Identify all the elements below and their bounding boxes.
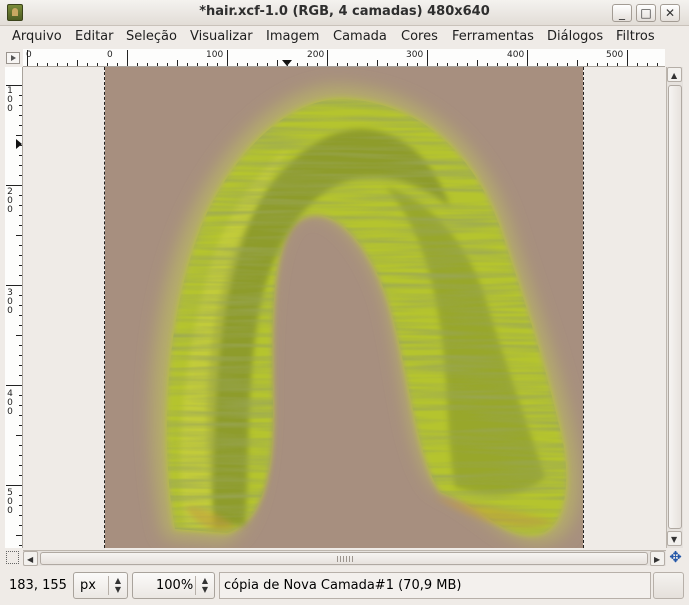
scroll-grip: [337, 556, 353, 562]
ruler-tick: [427, 50, 428, 66]
menu-filtros[interactable]: Filtros: [616, 29, 655, 44]
ruler-label: 300: [406, 50, 424, 60]
canvas-area[interactable]: [23, 67, 665, 548]
window-title: *hair.xcf-1.0 (RGB, 4 camadas) 480x640: [199, 4, 490, 19]
ruler-tick: [477, 60, 478, 66]
ruler-tick: [327, 50, 328, 66]
vertical-scroll-thumb[interactable]: [668, 85, 682, 529]
chevron-left-icon: ◀: [27, 555, 34, 564]
ruler-tick: [227, 50, 228, 66]
ruler-tick: [127, 50, 128, 66]
menu-arquivo[interactable]: Arquivo: [12, 29, 62, 44]
ruler-label: 300: [7, 288, 13, 316]
combo-separator: [195, 576, 196, 595]
hair-image: [105, 67, 583, 548]
image-window: *hair.xcf-1.0 (RGB, 4 camadas) 480x640 _…: [0, 0, 689, 605]
horizontal-scrollbar[interactable]: ◀ ▶: [23, 550, 666, 566]
ruler-tick: [577, 60, 578, 66]
menu-editar[interactable]: Editar: [75, 29, 114, 44]
menu-ferramentas[interactable]: Ferramentas: [452, 29, 534, 44]
ruler-label: 200: [7, 187, 13, 215]
vertical-scrollbar[interactable]: ▲ ▼: [666, 67, 683, 548]
ruler-tick: [16, 535, 22, 536]
navigate-cross-icon[interactable]: ✥: [667, 550, 684, 567]
layer-info-label: cópia de Nova Camada#1 (70,9 MB): [219, 572, 651, 599]
ruler-tick: [527, 50, 528, 66]
maximize-button[interactable]: □: [636, 4, 656, 22]
menu-bar: Arquivo Editar Seleção Visualizar Imagem…: [0, 26, 689, 48]
triangle-right-icon[interactable]: [6, 52, 20, 64]
vertical-ruler[interactable]: 100 200 300 400 500: [5, 67, 23, 548]
quick-mask-icon[interactable]: [6, 551, 19, 564]
ruler-label: 100: [206, 50, 224, 60]
scroll-down-button[interactable]: ▼: [667, 531, 682, 546]
ruler-tick: [6, 285, 22, 286]
ruler-label: 500: [606, 50, 624, 60]
minimize-button[interactable]: _: [612, 4, 632, 22]
menu-imagem[interactable]: Imagem: [266, 29, 319, 44]
ruler-tick: [6, 185, 22, 186]
chevron-up-icon: ▲: [671, 71, 678, 80]
menu-selecao[interactable]: Seleção: [126, 29, 177, 44]
ruler-tick: [16, 135, 22, 136]
horizontal-ruler[interactable]: 0 0 100 200 300 400 500: [23, 49, 665, 67]
close-button[interactable]: ✕: [660, 4, 680, 22]
chevron-down-icon: ▼: [671, 535, 678, 544]
image-canvas[interactable]: [105, 67, 583, 548]
ruler-tick: [6, 485, 22, 486]
ruler-tick: [627, 50, 628, 66]
status-bar: 183, 155 px ▲ ▼ 100% ▲ ▼ cópia de Nova Cam…: [0, 569, 689, 605]
ruler-tick: [6, 85, 22, 86]
menu-cores[interactable]: Cores: [401, 29, 438, 44]
spin-arrows-icon: ▲ ▼: [114, 576, 122, 594]
cancel-button[interactable]: [653, 572, 684, 599]
ruler-tick: [77, 60, 78, 66]
zoom-value: 100%: [156, 578, 194, 593]
zoom-selector[interactable]: 100% ▲ ▼: [132, 572, 215, 599]
pointer-position-marker: [16, 139, 22, 149]
ruler-label: 500: [7, 488, 13, 516]
ruler-tick: [177, 60, 178, 66]
ruler-tick: [277, 60, 278, 66]
scroll-left-button[interactable]: ◀: [23, 551, 38, 566]
ruler-tick: [16, 235, 22, 236]
ruler-tick: [6, 385, 22, 386]
ruler-label: 0: [107, 50, 113, 60]
menu-visualizar[interactable]: Visualizar: [190, 29, 253, 44]
menu-camada[interactable]: Camada: [333, 29, 387, 44]
scroll-right-button[interactable]: ▶: [650, 551, 665, 566]
title-bar[interactable]: *hair.xcf-1.0 (RGB, 4 camadas) 480x640 _…: [0, 0, 689, 26]
active-layer-text: cópia de Nova Camada#1 (70,9 MB): [224, 578, 462, 593]
ruler-label: 400: [507, 50, 525, 60]
ruler-tick: [16, 435, 22, 436]
chevron-right-icon: ▶: [654, 555, 661, 564]
combo-separator: [108, 576, 109, 595]
menu-dialogos[interactable]: Diálogos: [547, 29, 603, 44]
ruler-tick: [377, 60, 378, 66]
scroll-up-button[interactable]: ▲: [667, 67, 682, 82]
unit-selector[interactable]: px ▲ ▼: [73, 572, 128, 599]
ruler-tick: [27, 50, 28, 66]
horizontal-scroll-thumb[interactable]: [40, 552, 648, 565]
spin-arrows-icon: ▲ ▼: [201, 576, 209, 594]
ruler-label: 100: [7, 86, 13, 114]
ruler-tick: [16, 335, 22, 336]
pointer-coordinates: 183, 155: [9, 578, 67, 593]
ruler-label: 400: [7, 389, 13, 417]
unit-value: px: [80, 578, 96, 593]
ruler-label: 200: [307, 50, 325, 60]
